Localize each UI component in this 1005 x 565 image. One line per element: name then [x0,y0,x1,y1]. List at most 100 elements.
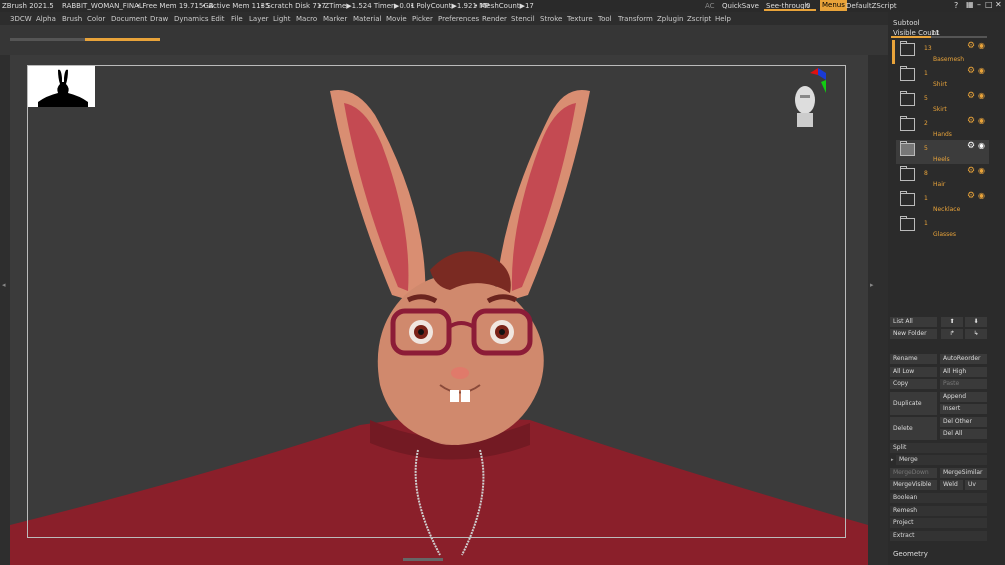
menu-help[interactable]: Help [715,15,731,23]
close-icon[interactable]: ✕ [995,0,1002,9]
menu-tool[interactable]: Tool [598,15,612,23]
gear-icon[interactable]: ⚙ [967,91,975,101]
default-zscript-button[interactable]: DefaultZScript [846,2,897,10]
left-tray-arrow-icon[interactable]: ◂ [2,281,6,289]
move-to-folder-icon[interactable]: ↱ [941,329,963,339]
move-out-of-folder-icon[interactable]: ↳ [965,329,987,339]
menu-light[interactable]: Light [273,15,290,23]
menus-button[interactable]: Menus [820,0,847,11]
help-icon[interactable]: ? [954,1,958,10]
rename-button[interactable]: Rename [890,354,937,364]
subtool-item-hair[interactable]: 8 Hair ⚙ ◉ [896,165,989,189]
subtool-title[interactable]: Subtool [893,19,920,27]
subtool-item-necklace[interactable]: 1 Necklace ⚙ ◉ [896,190,989,214]
menu-transform[interactable]: Transform [618,15,653,23]
split-button[interactable]: Split [890,443,987,453]
menu-3dcw[interactable]: 3DCW [10,15,32,23]
menu-document[interactable]: Document [111,15,147,23]
menu-edit[interactable]: Edit [211,15,225,23]
maximize-icon[interactable]: □ [985,0,993,9]
quicksave-button[interactable]: QuickSave [722,2,759,10]
menu-dynamics[interactable]: Dynamics [174,15,209,23]
eye-icon[interactable]: ◉ [978,166,985,175]
del-all-button[interactable]: Del All [940,429,987,439]
merge-expand-icon[interactable]: ▸ [891,457,894,463]
gear-icon[interactable]: ⚙ [967,66,975,76]
eye-icon[interactable]: ◉ [978,141,985,150]
menu-draw[interactable]: Draw [150,15,168,23]
see-through-slider[interactable] [764,9,816,11]
duplicate-button[interactable]: Duplicate [890,392,937,415]
project-button[interactable]: Project [890,518,987,528]
visible-count-slider[interactable] [891,36,987,38]
eye-icon[interactable]: ◉ [978,91,985,100]
navigation-gizmo-icon[interactable] [788,65,828,135]
menu-zscript[interactable]: Zscript [687,15,711,23]
canvas-viewport[interactable] [10,55,868,565]
menu-render[interactable]: Render [482,15,507,23]
boolean-button[interactable]: Boolean [890,493,987,503]
move-down-arrow-icon[interactable]: ⬇ [965,317,987,327]
list-all-button[interactable]: List All [890,317,937,327]
subtool-item-heels[interactable]: 5 Heels ⚙ ◉ [896,140,989,164]
eye-icon[interactable]: ◉ [978,66,985,75]
right-tray[interactable]: ▸ [868,55,888,565]
delete-button[interactable]: Delete [890,417,937,440]
shelf-active-indicator[interactable] [85,38,160,41]
menu-marker[interactable]: Marker [323,15,347,23]
menu-layer[interactable]: Layer [249,15,269,23]
all-high-button[interactable]: All High [940,367,987,377]
menu-color[interactable]: Color [87,15,105,23]
uv-button[interactable]: Uv [965,480,987,490]
paste-button[interactable]: Paste [940,379,987,389]
copy-button[interactable]: Copy [890,379,937,389]
menu-stroke[interactable]: Stroke [540,15,562,23]
eye-icon[interactable]: ◉ [978,41,985,50]
layout-icon[interactable]: ▦ [966,0,974,9]
auto-reorder-button[interactable]: AutoReorder [940,354,987,364]
subtool-item-skirt[interactable]: 5 Skirt ⚙ ◉ [896,90,989,114]
merge-visible-button[interactable]: MergeVisible [890,480,937,490]
menu-texture[interactable]: Texture [567,15,593,23]
all-low-button[interactable]: All Low [890,367,937,377]
menu-movie[interactable]: Movie [386,15,407,23]
gear-icon[interactable]: ⚙ [967,141,975,151]
subtool-item-basemesh[interactable]: 13 Basemesh ⚙ ◉ [896,40,989,64]
weld-button[interactable]: Weld [940,480,963,490]
menu-material[interactable]: Material [353,15,381,23]
merge-down-button[interactable]: MergeDown [890,468,937,478]
minimize-icon[interactable]: – [977,0,981,9]
gear-icon[interactable]: ⚙ [967,191,975,201]
insert-button[interactable]: Insert [940,404,987,414]
bottom-tray-handle[interactable] [403,558,443,561]
left-tray[interactable]: ◂ [0,55,10,565]
menu-zplugin[interactable]: Zplugin [657,15,683,23]
remesh-button[interactable]: Remesh [890,506,987,516]
new-folder-button[interactable]: New Folder [890,329,937,339]
folder-icon [900,91,915,106]
extract-button[interactable]: Extract [890,531,987,541]
gear-icon[interactable]: ⚙ [967,166,975,176]
geometry-section[interactable]: Geometry [893,550,928,558]
del-other-button[interactable]: Del Other [940,417,987,427]
move-up-arrow-icon[interactable]: ⬆ [941,317,963,327]
menu-stencil[interactable]: Stencil [511,15,535,23]
menu-brush[interactable]: Brush [62,15,82,23]
gear-icon[interactable]: ⚙ [967,116,975,126]
gear-icon[interactable]: ⚙ [967,41,975,51]
menu-macro[interactable]: Macro [296,15,317,23]
menu-preferences[interactable]: Preferences [438,15,479,23]
subtool-item-shirt[interactable]: 1 Shirt ⚙ ◉ [896,65,989,89]
subtool-item-glasses[interactable]: 1 Glasses [896,215,989,239]
merge-button[interactable]: Merge [896,455,987,465]
menu-alpha[interactable]: Alpha [36,15,56,23]
append-button[interactable]: Append [940,392,987,402]
subtool-item-hands[interactable]: 2 Hands ⚙ ◉ [896,115,989,139]
menu-picker[interactable]: Picker [412,15,433,23]
silhouette-thumbnail[interactable] [28,66,95,107]
menu-file[interactable]: File [231,15,243,23]
eye-icon[interactable]: ◉ [978,191,985,200]
merge-similar-button[interactable]: MergeSimilar [940,468,987,478]
eye-icon[interactable]: ◉ [978,116,985,125]
right-tray-arrow-icon[interactable]: ▸ [870,281,874,289]
